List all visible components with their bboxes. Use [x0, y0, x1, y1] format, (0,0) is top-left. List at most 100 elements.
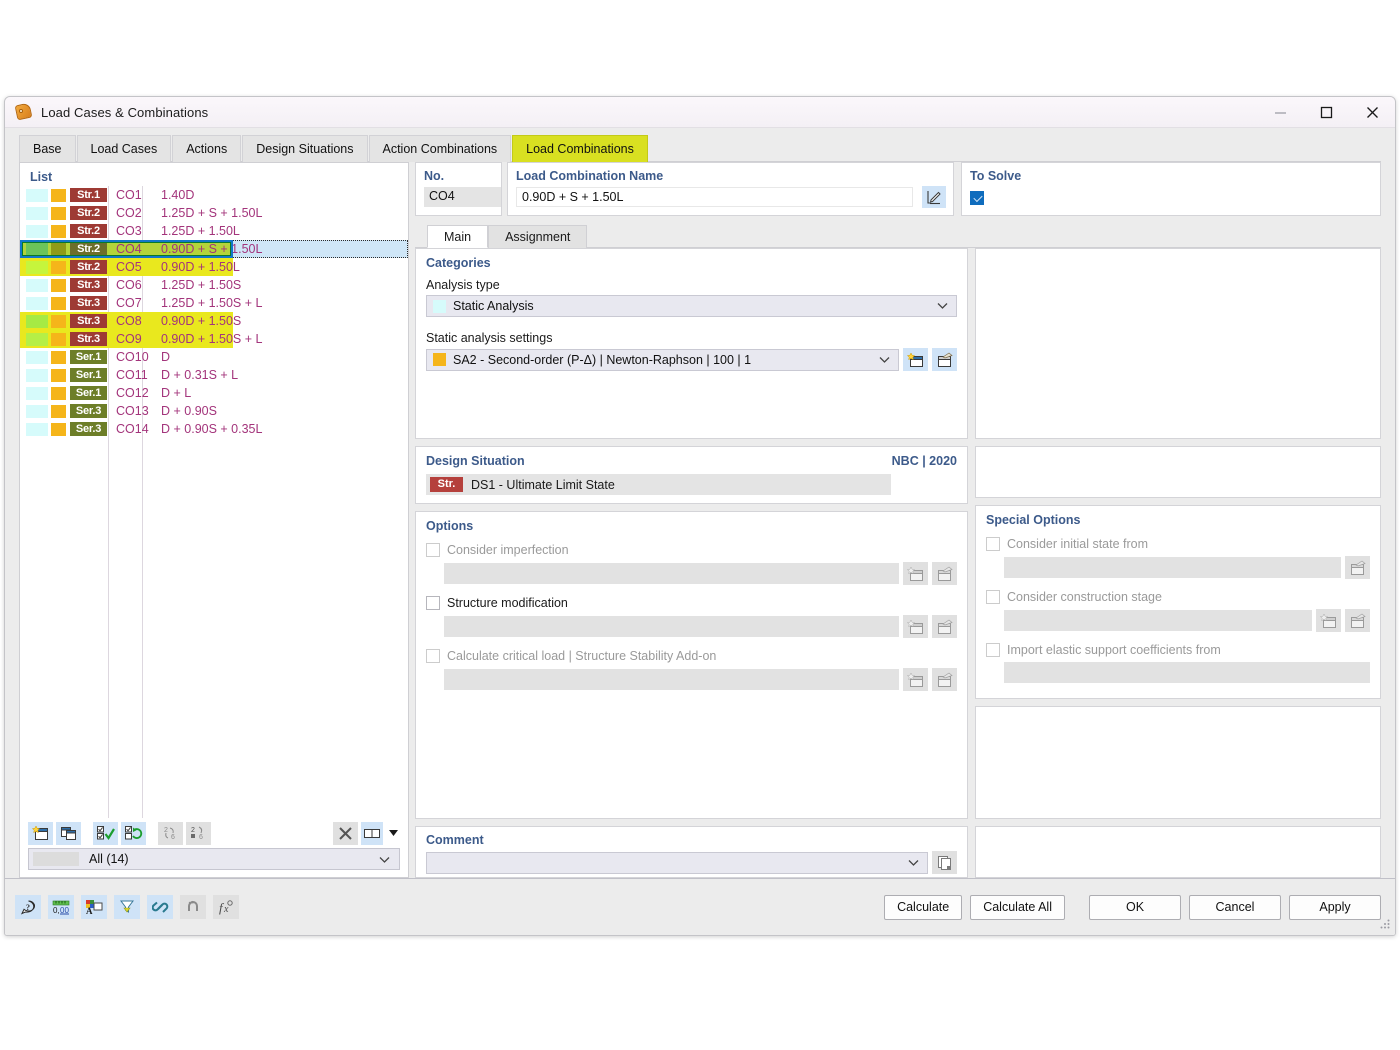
list-filter-dropdown[interactable]: All (14) — [28, 848, 400, 870]
tab-action-combinations[interactable]: Action Combinations — [368, 135, 512, 162]
svg-text:2: 2 — [164, 827, 168, 834]
new-load-combination-button[interactable] — [28, 821, 53, 845]
minimize-icon[interactable] — [1257, 97, 1303, 128]
table-row[interactable]: Str.3 CO7 1.25D + 1.50S + L — [20, 294, 408, 312]
chevron-down-icon — [378, 853, 391, 869]
new-window-star-icon — [903, 562, 928, 585]
detail-pane: No. CO4 Load Combination Name 0.90D + S … — [415, 162, 1381, 878]
combination-name-card: Load Combination Name 0.90D + S + 1.50L — [507, 162, 954, 216]
detail-tab-assignment[interactable]: Assignment — [488, 225, 588, 248]
row-number: CO8 — [116, 314, 142, 328]
design-situation-badge: Str.3 — [70, 296, 107, 310]
table-row[interactable]: Str.2 CO3 1.25D + 1.50L — [20, 222, 408, 240]
comment-input[interactable] — [426, 851, 928, 874]
svg-text:6: 6 — [199, 834, 203, 841]
option-checkbox[interactable] — [426, 596, 440, 610]
row-description: D — [161, 350, 171, 364]
calculate-button[interactable]: Calculate — [884, 894, 963, 920]
edit-pencil-icon[interactable] — [922, 186, 946, 208]
split-view-icon[interactable] — [361, 821, 383, 845]
row-color-swatch-secondary — [51, 260, 66, 274]
no-value: CO4 — [424, 187, 501, 207]
new-window-star-icon[interactable] — [903, 348, 928, 371]
svg-text:?: ? — [26, 903, 30, 912]
formula-fx-icon: f x — [213, 895, 239, 919]
table-row[interactable]: Str.3 CO6 1.25D + 1.50S — [20, 276, 408, 294]
units-ruler-icon[interactable]: 0, 00 — [48, 895, 74, 919]
table-row[interactable]: Ser.3 CO14 D + 0.90S + 0.35L — [20, 420, 408, 438]
tab-design-situations[interactable]: Design Situations — [242, 135, 368, 162]
close-icon[interactable] — [1349, 97, 1395, 128]
row-selection-outline — [20, 240, 233, 258]
analysis-type-dropdown[interactable]: Static Analysis — [426, 295, 957, 317]
table-row[interactable]: Str.1 CO1 1.40D — [20, 186, 408, 204]
detail-tab-main[interactable]: Main — [427, 225, 489, 248]
copy-pages-icon[interactable] — [932, 851, 957, 874]
load-combination-list[interactable]: Str.1 CO1 1.40D Str.2 CO2 1.25D + S + 1.50L St… — [20, 186, 408, 818]
static-analysis-settings-color-swatch — [433, 353, 446, 366]
row-description: 0.90D + 1.50S + L — [161, 332, 263, 346]
option-checkbox — [426, 543, 440, 557]
row-color-swatch-primary — [26, 296, 48, 310]
footer-tool-buttons: ? 0, 00 A f x — [5, 895, 246, 919]
maximize-icon[interactable] — [1303, 97, 1349, 128]
apply-button[interactable]: Apply — [1289, 894, 1381, 920]
table-row[interactable]: Str.2 CO5 0.90D + 1.50L — [20, 258, 408, 276]
tab-actions[interactable]: Actions — [172, 135, 242, 162]
row-color-swatch-secondary — [51, 332, 66, 346]
table-row[interactable]: Ser.1 CO12 D + L — [20, 384, 408, 402]
resize-grip[interactable] — [1380, 918, 1391, 932]
calculate-all-button[interactable]: Calculate All — [970, 894, 1065, 920]
combination-name-input[interactable]: 0.90D + S + 1.50L — [516, 187, 913, 207]
table-row[interactable]: Str.2 CO2 1.25D + S + 1.50L — [20, 204, 408, 222]
to-solve-card: To Solve — [961, 162, 1381, 216]
select-all-button[interactable] — [93, 821, 118, 845]
edit-window-icon — [1345, 556, 1370, 579]
link-chain-icon[interactable] — [147, 895, 173, 919]
colors-palette-icon[interactable]: A — [81, 895, 107, 919]
funnel-icon[interactable] — [114, 895, 140, 919]
invert-selection-button[interactable] — [121, 821, 146, 845]
option-label: Consider initial state from — [1007, 537, 1149, 551]
option-label: Consider imperfection — [447, 543, 569, 557]
svg-text:2: 2 — [191, 827, 195, 834]
edit-window-icon[interactable] — [932, 348, 957, 371]
table-row[interactable]: Str.2 CO4 0.90D + S + 1.50L — [20, 240, 408, 258]
ok-button[interactable]: OK — [1089, 894, 1181, 920]
row-color-swatch-secondary — [51, 386, 66, 400]
table-row[interactable]: Str.3 CO9 0.90D + 1.50S + L — [20, 330, 408, 348]
design-situation-badge: Ser.1 — [70, 386, 107, 400]
row-color-swatch-primary — [26, 350, 48, 364]
row-description: 0.90D + 1.50S — [161, 314, 242, 328]
option-label: Structure modification — [447, 596, 568, 610]
row-color-swatch-secondary — [51, 224, 66, 238]
table-row[interactable]: Ser.3 CO13 D + 0.90S — [20, 402, 408, 420]
static-analysis-settings-dropdown[interactable]: SA2 - Second-order (P-Δ) | Newton-Raphso… — [426, 348, 899, 371]
cancel-button[interactable]: Cancel — [1189, 894, 1281, 920]
comment-title: Comment — [426, 833, 484, 847]
tab-load-combinations[interactable]: Load Combinations — [512, 135, 648, 162]
edit-window-icon — [932, 668, 957, 691]
view-mode-dropdown-arrow[interactable] — [386, 830, 400, 836]
options-section: Options Consider imperfection Structure m… — [415, 511, 968, 819]
analysis-type-value: Static Analysis — [453, 299, 534, 313]
row-color-swatch-primary — [26, 278, 48, 292]
dialog-body: List Str.1 CO1 1.40D Str.2 CO2 1.25D + S + 1.… — [5, 162, 1395, 878]
to-solve-checkbox[interactable] — [970, 190, 984, 205]
design-situation-value-field[interactable]: Str. DS1 - Ultimate Limit State — [426, 474, 891, 495]
copy-load-combination-button[interactable] — [56, 821, 81, 845]
option-value-field — [1004, 662, 1370, 683]
table-row[interactable]: Ser.1 CO11 D + 0.31S + L — [20, 366, 408, 384]
dialog-footer: ? 0, 00 A f x Calculate Calculate All OK… — [5, 878, 1395, 935]
tab-base[interactable]: Base — [19, 135, 76, 162]
option-value-field — [444, 563, 899, 584]
table-row[interactable]: Ser.1 CO10 D — [20, 348, 408, 366]
row-color-swatch-primary — [26, 188, 48, 202]
row-number: CO5 — [116, 260, 142, 274]
row-description: 1.25D + 1.50L — [161, 224, 240, 238]
special-options-section: Special Options Consider initial state f… — [975, 505, 1381, 699]
help-bubble-icon[interactable]: ? — [15, 895, 41, 919]
row-description: D + L — [161, 386, 192, 400]
table-row[interactable]: Str.3 CO8 0.90D + 1.50S — [20, 312, 408, 330]
tab-load-cases[interactable]: Load Cases — [76, 135, 172, 162]
